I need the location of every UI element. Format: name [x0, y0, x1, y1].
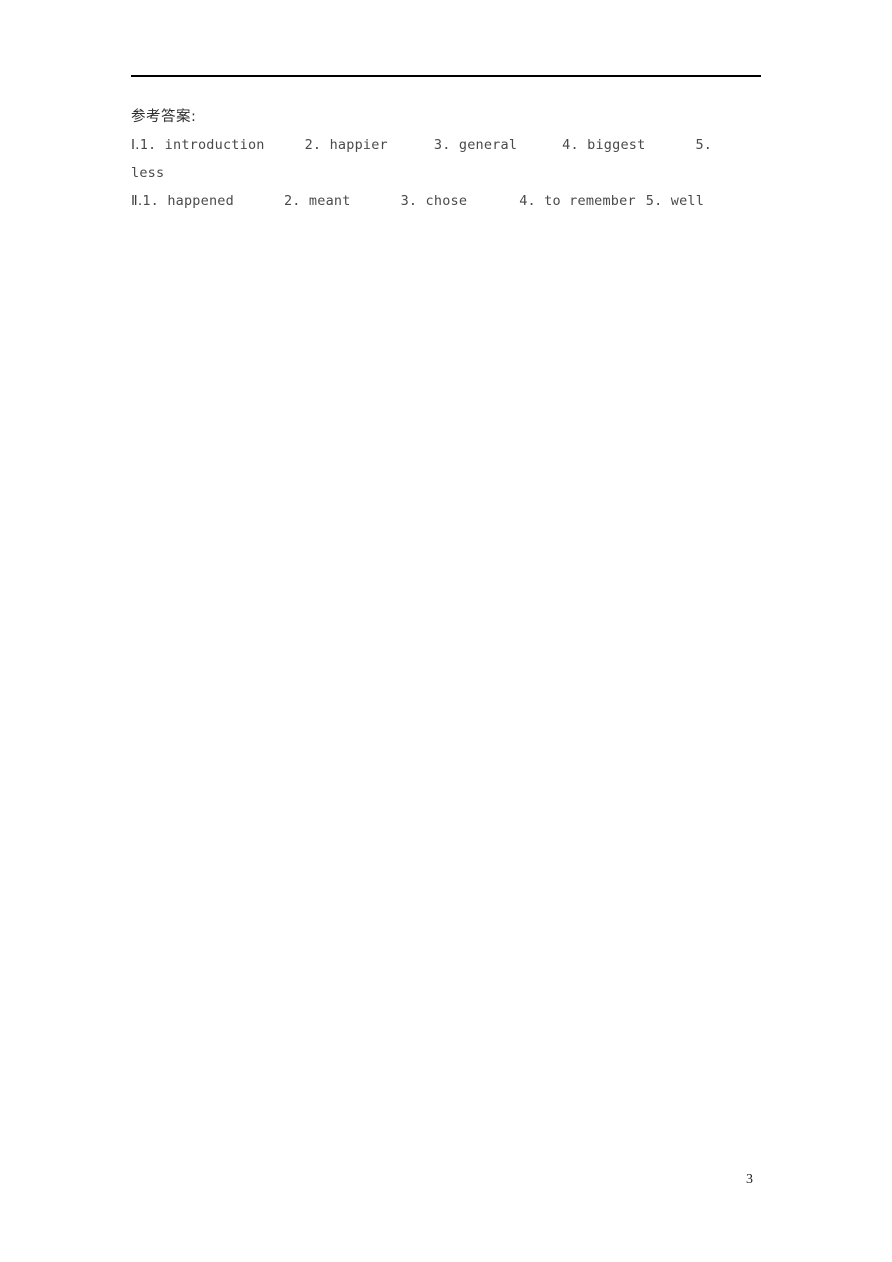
- answer-item-2-1: 1. happened: [142, 193, 234, 209]
- answer-item-2-4: 4. to remember: [519, 193, 636, 209]
- document-page: 参考答案: Ⅰ. 1. introduction 2. happier 3. g…: [0, 0, 892, 1262]
- header-divider-rule: [131, 75, 761, 77]
- answer-item-2-5: 5. well: [645, 193, 705, 209]
- answer-item-1-5-value: less: [131, 165, 165, 181]
- answer-item-1-1: 1. introduction: [139, 137, 265, 153]
- answer-item-1-2: 2. happier: [304, 137, 388, 153]
- page-number: 3: [746, 1172, 753, 1187]
- answer-key-body: 参考答案: Ⅰ. 1. introduction 2. happier 3. g…: [131, 103, 765, 215]
- section-label-1: Ⅰ.: [131, 137, 140, 153]
- answer-item-1-5: 5.: [695, 137, 713, 153]
- answer-key-heading: 参考答案:: [131, 109, 197, 125]
- answer-item-2-2: 2. meant: [283, 193, 351, 209]
- answer-item-2-3: 3. chose: [400, 193, 468, 209]
- section-label-2: Ⅱ.: [131, 193, 143, 209]
- answer-item-1-3: 3. general: [433, 137, 518, 153]
- answer-row-1: Ⅰ. 1. introduction 2. happier 3. general…: [131, 131, 765, 159]
- answer-item-1-4: 4. biggest: [562, 137, 646, 153]
- answer-row-2: Ⅱ. 1. happened 2. meant 3. chose 4. to r…: [131, 187, 765, 215]
- answer-row-1-continuation: less: [131, 159, 765, 187]
